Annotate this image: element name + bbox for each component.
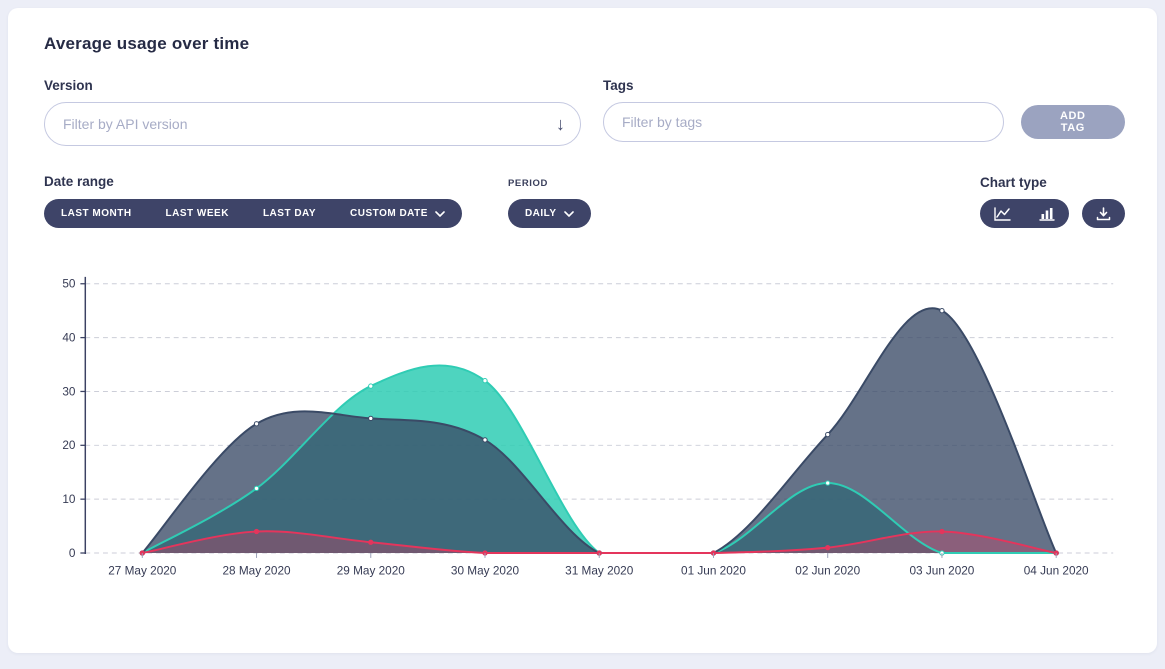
controls-row: Date range LAST MONTH LAST WEEK LAST DAY…	[44, 174, 1125, 228]
date-range-last-day[interactable]: LAST DAY	[246, 199, 333, 228]
svg-text:30: 30	[62, 385, 76, 398]
period-control: PERIOD DAILY	[508, 178, 591, 228]
svg-text:0: 0	[69, 547, 76, 560]
chevron-down-icon	[435, 211, 445, 217]
date-range-last-month-label: LAST MONTH	[61, 208, 132, 219]
tags-filter-input[interactable]	[603, 102, 1004, 142]
svg-text:04 Jun 2020: 04 Jun 2020	[1024, 565, 1089, 578]
bar-chart-button[interactable]	[1025, 199, 1069, 228]
tags-filter-label: Tags	[603, 78, 1125, 93]
dropdown-arrow-icon[interactable]: ↓	[556, 115, 565, 133]
period-selected-value: DAILY	[525, 208, 557, 219]
date-range-last-month[interactable]: LAST MONTH	[44, 199, 149, 228]
svg-text:31 May 2020: 31 May 2020	[565, 565, 634, 578]
svg-text:40: 40	[62, 332, 76, 345]
date-range-group: LAST MONTH LAST WEEK LAST DAY CUSTOM DAT…	[44, 199, 462, 228]
date-range-last-day-label: LAST DAY	[263, 208, 316, 219]
page-title: Average usage over time	[44, 34, 1125, 54]
svg-text:03 Jun 2020: 03 Jun 2020	[910, 565, 975, 578]
version-filter: Version ↓	[44, 78, 581, 146]
usage-chart: 0 10 20 30 40 50 27 May 2020 28 May 2020 29 May …	[44, 270, 1125, 596]
svg-text:29 May 2020: 29 May 2020	[337, 565, 406, 578]
date-range-last-week-label: LAST WEEK	[166, 208, 229, 219]
add-tag-button[interactable]: ADD TAG	[1021, 105, 1125, 139]
download-pill	[1082, 199, 1125, 228]
usage-panel: Average usage over time Version ↓ Tags A…	[8, 8, 1157, 653]
date-range-custom-date-label: CUSTOM DATE	[350, 208, 428, 219]
chevron-down-icon	[564, 211, 574, 217]
date-range-last-week[interactable]: LAST WEEK	[149, 199, 246, 228]
period-select[interactable]: DAILY	[508, 199, 591, 228]
download-button[interactable]	[1082, 199, 1125, 228]
chart-type-group	[980, 199, 1069, 228]
line-chart-icon	[994, 207, 1011, 221]
line-chart-button[interactable]	[980, 199, 1025, 228]
svg-text:02 Jun 2020: 02 Jun 2020	[795, 565, 860, 578]
svg-text:28 May 2020: 28 May 2020	[222, 565, 291, 578]
bar-chart-icon	[1039, 207, 1055, 221]
chart-type-control: Chart type	[980, 175, 1125, 228]
date-range-custom-date[interactable]: CUSTOM DATE	[333, 199, 462, 228]
version-filter-input[interactable]	[44, 102, 581, 146]
svg-text:27 May 2020: 27 May 2020	[108, 565, 177, 578]
version-filter-label: Version	[44, 78, 581, 93]
download-icon	[1096, 207, 1111, 221]
svg-text:20: 20	[62, 439, 76, 452]
date-range: Date range LAST MONTH LAST WEEK LAST DAY…	[44, 174, 462, 228]
svg-text:01 Jun 2020: 01 Jun 2020	[681, 565, 746, 578]
filters-row: Version ↓ Tags ADD TAG	[44, 78, 1125, 146]
period-label: PERIOD	[508, 178, 591, 189]
chart-area: 0 10 20 30 40 50 27 May 2020 28 May 2020 29 May …	[44, 270, 1125, 601]
svg-text:10: 10	[62, 493, 76, 506]
svg-text:50: 50	[62, 278, 76, 291]
svg-text:30 May 2020: 30 May 2020	[451, 565, 520, 578]
tags-filter: Tags ADD TAG	[603, 78, 1125, 142]
date-range-label: Date range	[44, 174, 462, 189]
chart-type-label: Chart type	[980, 175, 1047, 190]
